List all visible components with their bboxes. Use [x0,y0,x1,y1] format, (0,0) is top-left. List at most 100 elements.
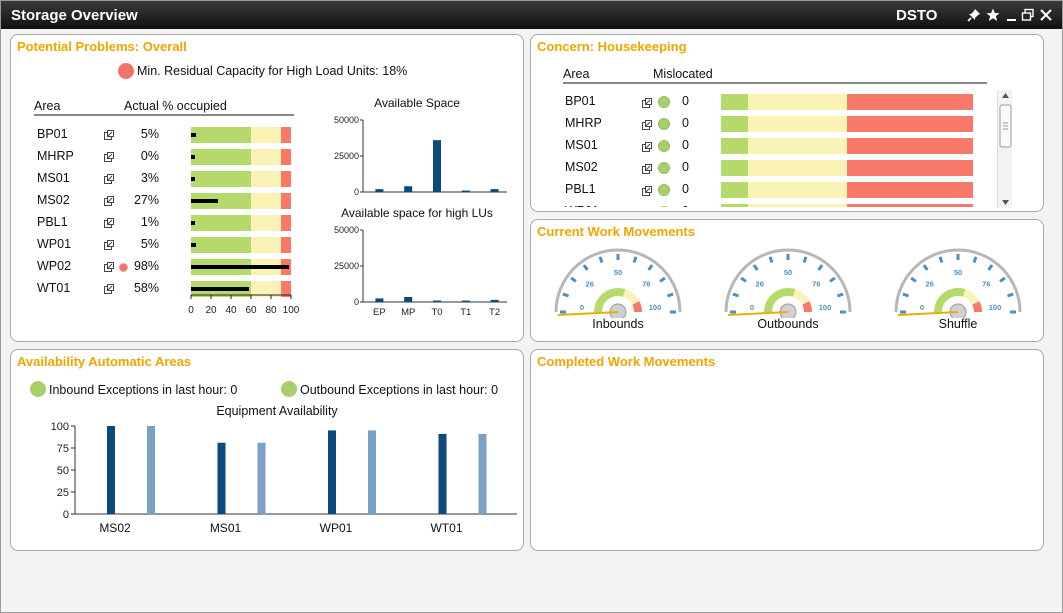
gauge-needle [727,311,789,316]
status-dot [658,206,670,207]
axis-tick-label: 80 [265,305,277,316]
axis-tick-label: 100 [283,305,300,316]
gauge-tick-label: 26 [926,280,934,289]
housekeeping-list[interactable]: BP01 0 MHRP 0 MS01 0 MS02 0 PBL1 0 WP01 0 [531,85,991,207]
mislocated-bar [721,182,973,198]
open-link-icon[interactable] [642,119,652,130]
status-dot [658,96,670,108]
gauge-needle [557,311,619,316]
inbound-status-dot [30,381,46,397]
area-name: WP01 [565,204,599,207]
open-link-icon[interactable] [104,195,114,206]
gauge-label: Shuffle [938,317,978,331]
occupancy-bar [191,127,291,143]
gauge-tick-label: 50 [954,268,962,277]
pin-icon[interactable] [967,8,981,22]
vertical-scrollbar[interactable] [997,90,1012,208]
mislocated-bar [721,138,973,154]
axis-tick-label: 40 [225,305,237,316]
panel-title: Potential Problems: Overall [17,39,187,54]
occupied-value: 27% [133,193,159,207]
y-tick-label: 50 [57,465,69,477]
open-link-icon[interactable] [104,283,114,294]
open-link-icon[interactable] [104,129,114,140]
table-row: MS01 3% [11,171,301,189]
availability-panel: Availability Automatic Areas Inbound Exc… [10,349,524,551]
list-item[interactable]: MS01 0 [531,137,991,155]
bar [490,189,499,192]
area-name: MS02 [37,193,70,207]
panel-title: Current Work Movements [537,224,695,239]
occupied-value: 5% [140,127,159,141]
x-tick-label: MS01 [210,521,242,535]
equipment-availability-chart: Equipment Availability 100 75 50 25 0 MS02 MS01… [51,404,517,535]
gauge-needle [897,311,959,316]
gauge-label: Outbounds [757,317,819,331]
gauge-tick-label: 76 [982,280,990,289]
favorite-star-icon[interactable] [986,8,1000,22]
list-item[interactable]: BP01 0 [531,93,991,111]
open-link-icon[interactable] [642,141,652,152]
minimize-icon[interactable] [1005,8,1019,22]
area-name: MHRP [37,149,74,163]
bar [478,433,487,514]
mislocated-value: 0 [682,204,689,207]
area-name: WT01 [37,281,71,295]
list-item[interactable]: MHRP 0 [531,115,991,133]
mislocated-bar [721,116,973,132]
open-link-icon[interactable] [642,97,652,108]
chart-title: Available space for high LUs [341,206,493,220]
status-dot [658,118,670,130]
mislocated-value: 0 [682,116,689,130]
open-link-icon[interactable] [642,185,652,196]
list-item[interactable]: MS02 0 [531,159,991,177]
area-name: MS01 [37,171,70,185]
occupancy-axis: 0 20 40 60 80 100 [188,294,300,316]
x-tick-label: WP01 [320,521,353,535]
gauge-tick-label: 26 [586,280,594,289]
column-header-occupied: Actual % occupied [124,99,227,113]
close-icon[interactable] [1039,8,1053,22]
x-tick-label: T2 [489,307,500,315]
gauge-tick-label: 100 [649,303,662,312]
open-link-icon[interactable] [104,217,114,228]
open-link-icon[interactable] [642,163,652,174]
area-name: PBL1 [565,182,596,196]
list-item[interactable]: PBL1 0 [531,181,991,199]
gauge-tick-label: 50 [784,268,792,277]
gauge-tick-label: 0 [920,303,924,312]
occupancy-indicator [191,133,196,137]
header-divider [34,114,294,116]
y-tick-label: 75 [57,443,69,455]
gauge-tick-label: 50 [614,268,622,277]
y-tick-label: 0 [354,187,359,195]
bar [368,430,376,514]
residual-capacity-text: Min. Residual Capacity for High Load Uni… [137,64,408,78]
open-link-icon[interactable] [104,261,114,272]
occupied-value: 98% [133,259,159,273]
available-space-high-lus-chart: Available space for high LUs 50000 25000 0 E… [334,206,507,315]
open-link-icon[interactable] [104,173,114,184]
area-name: PBL1 [37,215,68,229]
restore-icon[interactable] [1021,8,1035,22]
available-space-chart: Available Space50000250000EPMPT0T1T2 [334,96,507,195]
gauge-tick-label: 100 [819,303,832,312]
x-tick-label: EP [373,307,386,315]
panel-title: Availability Automatic Areas [17,354,192,369]
status-dot [658,140,670,152]
table-row: WP01 5% [11,237,301,255]
occupancy-indicator [191,155,195,159]
outbound-exceptions-text: Outbound Exceptions in last hour: 0 [300,383,499,397]
mislocated-value: 0 [682,182,689,196]
list-item[interactable]: WP01 0 [531,203,991,207]
column-header-mislocated: Mislocated [653,67,713,81]
brand-label: DSTO [896,7,938,24]
bar [438,433,447,514]
axis-tick-label: 0 [188,305,194,316]
area-name: BP01 [565,94,596,108]
mislocated-bar [721,204,973,207]
table-row: MHRP 0% [11,149,301,167]
open-link-icon[interactable] [104,239,114,250]
open-link-icon[interactable] [104,151,114,162]
occupancy-bar [191,149,291,165]
